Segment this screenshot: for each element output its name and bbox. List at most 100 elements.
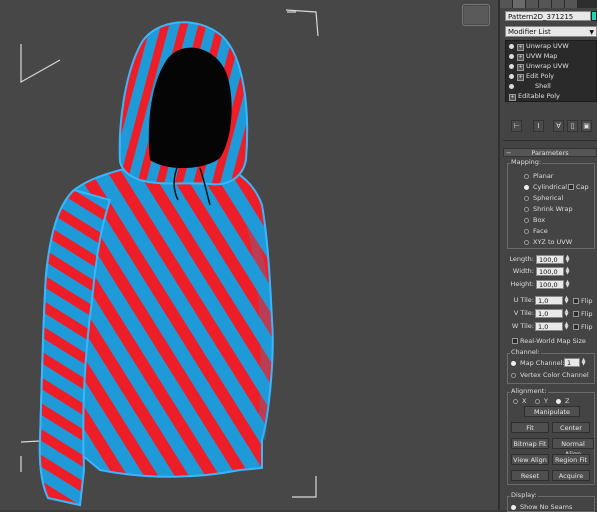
radio-cylindrical[interactable]: Cylindrical — [524, 183, 567, 191]
stack-item-label: UVW Map — [526, 52, 558, 60]
length-field[interactable]: 100,0 — [536, 255, 564, 264]
tab-modify[interactable] — [513, 0, 526, 8]
show-end-result-button[interactable]: I — [533, 120, 544, 132]
width-spinner-arrows[interactable]: ▲ ▼ — [565, 267, 570, 276]
stack-item-shell[interactable]: Shell — [506, 82, 596, 91]
length-spinner-arrows[interactable]: ▲ ▼ — [565, 255, 570, 264]
v-flip-checkbox[interactable]: Flip — [573, 310, 592, 318]
tab-hierarchy[interactable] — [526, 0, 539, 8]
parameters-title: Parameters — [531, 149, 569, 157]
radio-map-channel[interactable]: Map Channel: — [511, 359, 565, 367]
hoodie-mesh — [38, 21, 274, 507]
remove-modifier-button[interactable]: ▯ — [567, 120, 578, 132]
radio-dot[interactable] — [524, 229, 529, 234]
radio-dot[interactable] — [535, 399, 540, 404]
fit-button[interactable]: Fit — [511, 422, 549, 433]
vtile-spinner-arrows[interactable]: ▲ ▼ — [564, 309, 569, 318]
reset-button[interactable]: Reset — [511, 470, 549, 481]
tab-create[interactable] — [500, 0, 513, 8]
stack-item-edit-poly[interactable]: + Edit Poly — [506, 72, 596, 81]
real-world-map-size-checkbox[interactable]: Real-World Map Size — [512, 337, 586, 345]
height-spinner-arrows[interactable]: ▲ ▼ — [565, 280, 570, 289]
radio-dot-selected[interactable] — [556, 399, 561, 404]
radio-dot[interactable] — [524, 218, 529, 223]
wtile-label: W Tile: — [511, 322, 534, 330]
bitmap-fit-button[interactable]: Bitmap Fit — [511, 438, 549, 449]
w-flip-checkbox[interactable]: Flip — [573, 323, 592, 331]
radio-dot-selected[interactable] — [511, 361, 516, 366]
utile-field[interactable]: 1,0 — [535, 296, 563, 305]
stack-item-unwrap-uvw[interactable]: + Unwrap UVW — [506, 42, 596, 51]
map-channel-field[interactable]: 1 — [564, 358, 580, 367]
lightbulb-icon[interactable] — [509, 44, 514, 49]
checkbox-box[interactable] — [573, 311, 579, 317]
expand-icon[interactable]: + — [517, 54, 524, 61]
radio-spherical[interactable]: Spherical — [524, 194, 563, 202]
expand-icon[interactable]: + — [517, 74, 524, 81]
stack-item-label: Unwrap UVW — [526, 62, 569, 70]
radio-shrink-wrap[interactable]: Shrink Wrap — [524, 205, 573, 213]
radio-dot-selected[interactable] — [524, 185, 529, 190]
viewport-perspective[interactable] — [0, 0, 498, 510]
expand-icon[interactable]: + — [509, 94, 516, 101]
stack-item-uvw-map[interactable]: + UVW Map — [506, 52, 596, 61]
radio-dot[interactable] — [513, 399, 518, 404]
utile-spinner-arrows[interactable]: ▲ ▼ — [564, 296, 569, 305]
radio-axis-z[interactable]: Z — [556, 397, 569, 405]
radio-planar[interactable]: Planar — [524, 172, 553, 180]
stack-item-label: Editable Poly — [518, 92, 560, 100]
expand-icon[interactable]: + — [517, 44, 524, 51]
wtile-field[interactable]: 1,0 — [535, 322, 563, 331]
tab-utilities[interactable] — [565, 0, 578, 8]
lightbulb-icon[interactable] — [509, 84, 514, 89]
radio-vertex-color-channel[interactable]: Vertex Color Channel — [511, 371, 589, 379]
acquire-button[interactable]: Acquire — [552, 470, 590, 481]
modifier-list-label: Modifier List — [508, 28, 551, 36]
stack-item-label: Unwrap UVW — [526, 42, 569, 50]
tab-motion[interactable] — [539, 0, 552, 8]
checkbox-box[interactable] — [568, 184, 574, 190]
radio-dot[interactable] — [524, 174, 529, 179]
stack-toolbar: ⊢ I ∀ ▯ ▣ — [505, 120, 597, 134]
radio-face[interactable]: Face — [524, 227, 548, 235]
radio-dot-selected[interactable] — [511, 505, 516, 510]
expand-icon[interactable]: + — [517, 64, 524, 71]
lightbulb-icon[interactable] — [509, 64, 514, 69]
radio-dot[interactable] — [524, 196, 529, 201]
map-channel-spinner-arrows[interactable]: ▲ ▼ — [581, 358, 586, 367]
stack-item-unwrap-uvw-2[interactable]: + Unwrap UVW — [506, 62, 596, 71]
checkbox-box[interactable] — [573, 298, 579, 304]
cap-checkbox[interactable]: Cap — [568, 183, 589, 191]
lightbulb-icon[interactable] — [509, 54, 514, 59]
checkbox-box[interactable] — [573, 324, 579, 330]
make-unique-button[interactable]: ∀ — [553, 120, 564, 132]
radio-box[interactable]: Box — [524, 216, 545, 224]
wtile-spinner-arrows[interactable]: ▲ ▼ — [564, 322, 569, 331]
object-color-swatch[interactable] — [591, 11, 597, 21]
configure-sets-button[interactable]: ▣ — [581, 120, 592, 132]
stack-item-editable-poly[interactable]: + Editable Poly — [506, 92, 596, 101]
parameters-rollout-header[interactable]: − Parameters — [503, 148, 597, 157]
radio-dot[interactable] — [524, 240, 529, 245]
region-fit-button[interactable]: Region Fit — [552, 454, 590, 465]
height-field[interactable]: 100,0 — [536, 280, 564, 289]
radio-xyz-to-uvw[interactable]: XYZ to UVW — [524, 238, 572, 246]
radio-dot[interactable] — [524, 207, 529, 212]
vtile-field[interactable]: 1,0 — [535, 309, 563, 318]
u-flip-checkbox[interactable]: Flip — [573, 297, 592, 305]
pin-stack-button[interactable]: ⊢ — [511, 120, 522, 132]
radio-dot[interactable] — [511, 373, 516, 378]
radio-axis-y[interactable]: Y — [535, 397, 548, 405]
manipulate-button[interactable]: Manipulate — [524, 406, 580, 417]
viewcube-widget[interactable] — [462, 4, 490, 26]
width-field[interactable]: 100,0 — [536, 267, 564, 276]
normal-align-button[interactable]: Normal Align — [552, 438, 594, 458]
checkbox-box[interactable] — [512, 338, 518, 344]
center-button[interactable]: Center — [552, 422, 590, 433]
tab-display[interactable] — [552, 0, 565, 8]
lightbulb-icon[interactable] — [509, 74, 514, 79]
object-name-field[interactable]: Pattern2D_371215 — [505, 11, 591, 21]
modifier-list-dropdown[interactable]: Modifier List ▼ — [505, 26, 597, 37]
radio-axis-x[interactable]: X — [513, 397, 526, 405]
view-align-button[interactable]: View Align — [511, 454, 549, 465]
